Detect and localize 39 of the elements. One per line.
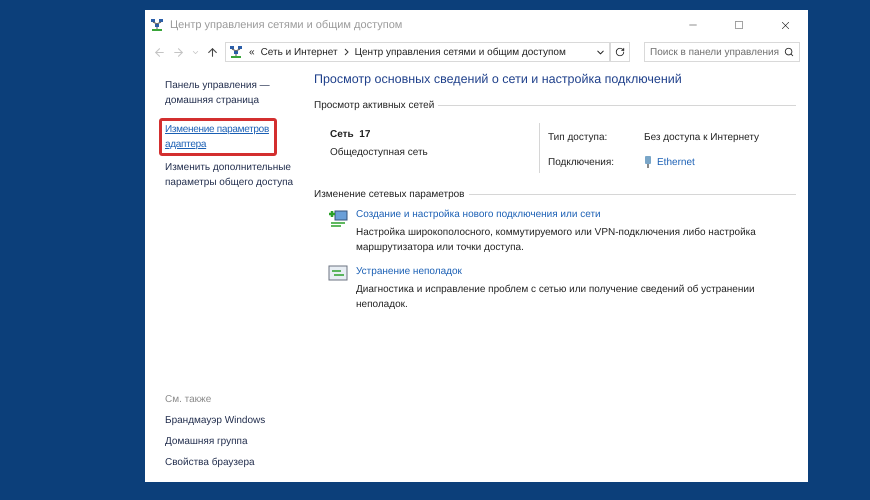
search-field[interactable]: Поиск в панели управления bbox=[644, 42, 800, 62]
breadcrumb-item[interactable]: Сеть и Интернет bbox=[260, 44, 338, 60]
search-icon bbox=[784, 47, 794, 57]
ethernet-link[interactable]: Ethernet bbox=[657, 154, 695, 170]
up-icon[interactable] bbox=[206, 46, 219, 58]
task-link[interactable]: Устранение неполадок bbox=[356, 264, 796, 279]
network-name: Сеть 17 bbox=[330, 128, 372, 142]
section-heading: Изменение сетевых параметров bbox=[314, 188, 464, 202]
refresh-button[interactable] bbox=[610, 42, 630, 62]
network-category: Общедоступная сеть bbox=[330, 146, 429, 160]
network-icon bbox=[229, 45, 243, 59]
connections-label: Подключения: bbox=[548, 156, 616, 170]
refresh-icon bbox=[615, 47, 625, 57]
cable-plug-icon bbox=[644, 156, 652, 168]
forward-icon[interactable] bbox=[172, 46, 185, 58]
sidebar-link[interactable]: Изменить дополнительные параметры общего доступа bbox=[165, 160, 308, 190]
access-type-label: Тип доступа: bbox=[548, 131, 608, 145]
back-icon[interactable] bbox=[153, 46, 166, 58]
network-add-icon bbox=[328, 208, 348, 228]
sidebar-link[interactable]: Панель управления — домашняя страница bbox=[165, 78, 308, 108]
see-also-link[interactable]: Домашняя группа bbox=[165, 434, 308, 449]
network-icon bbox=[150, 18, 164, 32]
maximize-icon bbox=[734, 20, 744, 30]
task-link[interactable]: Создание и настройка нового подключения или сети bbox=[356, 208, 796, 222]
task-description: Диагностика и исправление проблем с сетью или получение сведений об устранении неполадок. bbox=[356, 282, 756, 312]
page-title: Просмотр основных сведений о сети и настройка подключений bbox=[314, 71, 683, 88]
section-heading: Просмотр активных сетей bbox=[314, 98, 434, 113]
chevron-right-icon bbox=[344, 48, 349, 56]
see-also-link[interactable]: Брандмауэр Windows bbox=[165, 413, 308, 428]
breadcrumb-overflow[interactable]: « bbox=[249, 44, 255, 60]
window-title: Центр управления сетями и общим доступом bbox=[170, 18, 402, 33]
address-bar[interactable]: « Сеть и Интернет Центр управления сетями и общим доступом bbox=[225, 42, 610, 62]
see-also-heading: См. также bbox=[165, 393, 212, 407]
monitor-icon bbox=[328, 264, 348, 283]
task-description: Настройка широкополосного, коммутируемого или VPN-подключения либо настройка маршрутизатора или точки доступа. bbox=[356, 226, 757, 255]
access-type-value: Без доступа к Интернету bbox=[644, 131, 760, 145]
breadcrumb-item[interactable]: Центр управления сетями и общим доступом bbox=[354, 44, 566, 60]
adapter-settings-link[interactable]: Изменение параметров адаптера bbox=[165, 122, 271, 152]
see-also-link[interactable]: Свойства браузера bbox=[165, 455, 308, 470]
